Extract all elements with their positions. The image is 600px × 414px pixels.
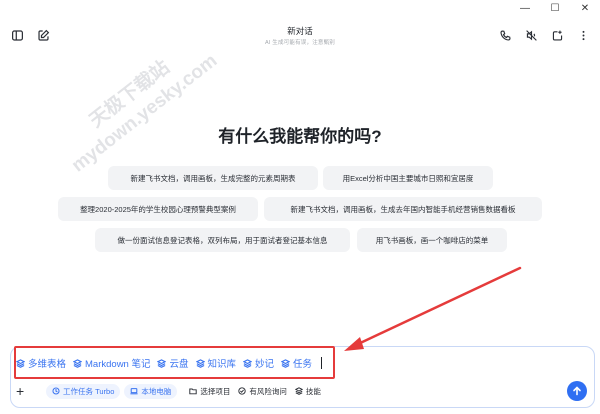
mode-selector[interactable]: 工作任务 Turbo bbox=[46, 383, 121, 399]
risk-ask-label: 有风险询问 bbox=[249, 386, 287, 396]
check-circle-icon bbox=[238, 387, 247, 395]
layers-icon bbox=[294, 387, 303, 395]
mode-label: 工作任务 Turbo bbox=[63, 386, 115, 396]
input-tag-list: 多维表格 Markdown 笔记 云盘 知识库 妙记 任务 bbox=[16, 353, 323, 373]
maximize-button[interactable]: ☐ bbox=[540, 0, 570, 16]
location-label: 本地电脑 bbox=[141, 386, 172, 396]
mute-icon[interactable] bbox=[522, 27, 540, 43]
send-button[interactable] bbox=[567, 381, 587, 401]
suggestion-chip[interactable]: 整理2020-2025年的学生校园心理预警典型案例 bbox=[58, 197, 258, 221]
tag-cloud-drive[interactable]: 云盘 bbox=[157, 356, 189, 370]
minimize-button[interactable]: — bbox=[510, 0, 540, 16]
window-controls: — ☐ ✕ bbox=[510, 0, 600, 16]
add-attachment-button[interactable]: + bbox=[16, 384, 30, 398]
risk-ask-toggle[interactable]: 有风险询问 bbox=[238, 386, 287, 397]
skills-button[interactable]: 技能 bbox=[294, 386, 321, 397]
suggestion-chip[interactable]: 用Excel分析中国主要城市日照和宜居度 bbox=[323, 166, 493, 190]
tag-label: 云盘 bbox=[169, 359, 189, 370]
arrow-up-icon bbox=[573, 386, 581, 396]
layers-icon bbox=[16, 358, 25, 368]
select-project-button[interactable]: 选择项目 bbox=[189, 386, 230, 397]
tag-minutes[interactable]: 妙记 bbox=[243, 356, 274, 370]
input-toolbar: + 工作任务 Turbo 本地电脑 选择项目 有风险询问 技能 bbox=[16, 383, 321, 399]
task-mode-icon bbox=[52, 387, 60, 395]
layers-icon bbox=[73, 358, 83, 368]
layers-icon bbox=[281, 358, 291, 368]
tag-label: 知识库 bbox=[207, 359, 237, 370]
suggestion-chip[interactable]: 做一份面试信息登记表格，双列布局，用于面试者登记基本信息 bbox=[95, 228, 350, 252]
suggestion-chip[interactable]: 新建飞书文档，调用画板，生成去年国内智能手机经营销售数据看板 bbox=[264, 197, 542, 221]
tag-label: Markdown 笔记 bbox=[85, 359, 151, 370]
new-window-icon[interactable] bbox=[548, 27, 566, 43]
tag-label: 妙记 bbox=[255, 359, 275, 370]
select-project-label: 选择项目 bbox=[200, 386, 231, 396]
folder-icon bbox=[189, 388, 198, 395]
layers-icon bbox=[157, 358, 167, 368]
welcome-heading: 有什么我能帮你的吗? bbox=[218, 127, 382, 146]
more-icon[interactable] bbox=[574, 27, 592, 43]
tag-tasks[interactable]: 任务 bbox=[281, 356, 312, 370]
suggestion-chip[interactable]: 新建飞书文档，调用画板，生成完整的元素周期表 bbox=[108, 166, 318, 190]
tag-bitable[interactable]: 多维表格 bbox=[16, 356, 66, 370]
suggestion-chip[interactable]: 用飞书画板，画一个咖啡店的菜单 bbox=[357, 228, 507, 252]
layers-icon bbox=[195, 358, 205, 368]
laptop-icon bbox=[130, 388, 139, 395]
phone-icon[interactable] bbox=[496, 27, 514, 43]
tag-markdown-notes[interactable]: Markdown 笔记 bbox=[73, 356, 150, 370]
skills-label: 技能 bbox=[305, 386, 321, 396]
text-caret bbox=[321, 357, 323, 369]
layers-icon bbox=[243, 358, 253, 368]
tag-label: 任务 bbox=[293, 359, 313, 370]
close-button[interactable]: ✕ bbox=[570, 0, 600, 16]
header-right-actions bbox=[496, 27, 592, 43]
location-selector[interactable]: 本地电脑 bbox=[124, 383, 178, 399]
tag-label: 多维表格 bbox=[28, 359, 67, 370]
tag-knowledge-base[interactable]: 知识库 bbox=[195, 356, 237, 370]
